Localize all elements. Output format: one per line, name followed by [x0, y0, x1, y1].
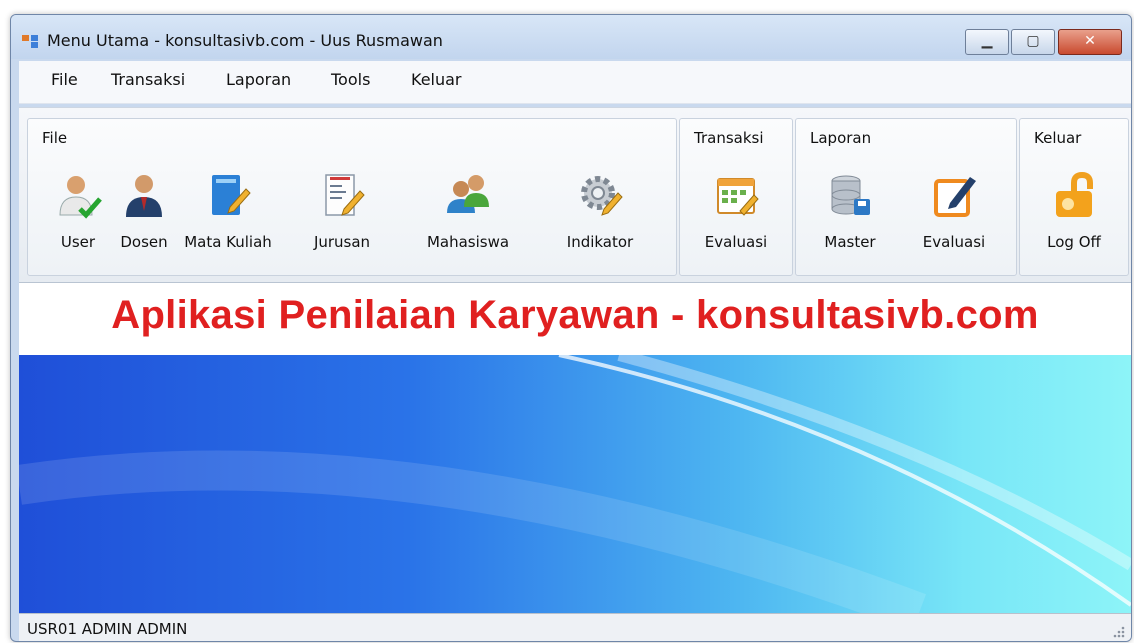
menu-keluar[interactable]: Keluar [411, 70, 462, 89]
evaluasi-transaksi-label: Evaluasi [704, 233, 768, 251]
status-user-info: USR01 ADMIN ADMIN [27, 620, 188, 638]
document-icon [325, 174, 365, 216]
menu-file[interactable]: File [51, 70, 78, 89]
background-swoosh [19, 355, 1131, 613]
log-off-label: Log Off [1047, 233, 1101, 251]
dosen-icon [126, 175, 162, 217]
group-transaksi: Transaksi Evaluasi [679, 118, 793, 276]
maximize-button[interactable]: ▢ [1011, 29, 1055, 55]
resize-grip-icon[interactable] [1111, 624, 1125, 638]
main-window: Menu Utama - konsultasivb.com - Uus Rusm… [10, 14, 1132, 642]
mata-kuliah-label: Mata Kuliah [184, 233, 272, 251]
app-icon [22, 35, 38, 48]
menu-laporan[interactable]: Laporan [226, 70, 291, 89]
evaluasi-laporan-label: Evaluasi [922, 233, 986, 251]
group-label-laporan: Laporan [810, 129, 872, 147]
users-icon [447, 175, 489, 213]
edit-icon [934, 177, 976, 217]
evaluasi-laporan-button[interactable]: Evaluasi [904, 171, 1004, 263]
banner: Aplikasi Penilaian Karyawan - konsultasi… [19, 283, 1131, 355]
window-title: Menu Utama - konsultasivb.com - Uus Rusm… [47, 31, 443, 50]
indikator-button[interactable]: Indikator [550, 171, 650, 263]
group-keluar: Keluar Log Off [1019, 118, 1129, 276]
master-label: Master [824, 233, 876, 251]
status-bar: USR01 ADMIN ADMIN [19, 613, 1131, 641]
log-off-button[interactable]: Log Off [1024, 171, 1124, 263]
group-label-file: File [42, 129, 68, 147]
gear-icon [581, 176, 623, 216]
close-button[interactable]: ✕ [1058, 29, 1122, 55]
group-laporan: Laporan Master Evaluasi [795, 118, 1017, 276]
menu-transaksi[interactable]: Transaksi [111, 70, 185, 89]
title-bar: Menu Utama - konsultasivb.com - Uus Rusm… [11, 15, 1131, 59]
maximize-icon: ▢ [1026, 33, 1040, 49]
evaluasi-transaksi-button[interactable]: Evaluasi [686, 171, 786, 263]
master-button[interactable]: Master [800, 171, 900, 263]
minimize-icon: ▁ [981, 33, 993, 49]
mata-kuliah-button[interactable]: Mata Kuliah [178, 171, 278, 263]
jurusan-label: Jurusan [313, 233, 371, 251]
menu-bar: File Transaksi Laporan Tools Keluar [19, 61, 1131, 104]
background-image [19, 355, 1131, 613]
group-label-keluar: Keluar [1034, 129, 1082, 147]
book-icon [212, 175, 251, 215]
jurusan-button[interactable]: Jurusan [292, 171, 392, 263]
calendar-icon [717, 178, 759, 216]
minimize-button[interactable]: ▁ [965, 29, 1009, 55]
lock-icon [1056, 171, 1093, 217]
close-icon: ✕ [1084, 33, 1096, 49]
indikator-label: Indikator [566, 233, 634, 251]
menu-tools[interactable]: Tools [331, 70, 370, 89]
group-file: File User Dosen Mata Kuliah Jurusan Maha… [27, 118, 677, 276]
database-icon [831, 175, 870, 215]
toolbar: File User Dosen Mata Kuliah Jurusan Maha… [19, 107, 1131, 283]
group-label-transaksi: Transaksi [694, 129, 764, 147]
banner-title: Aplikasi Penilaian Karyawan - konsultasi… [111, 293, 1039, 337]
mahasiswa-button[interactable]: Mahasiswa [418, 171, 518, 263]
mahasiswa-label: Mahasiswa [426, 233, 510, 251]
